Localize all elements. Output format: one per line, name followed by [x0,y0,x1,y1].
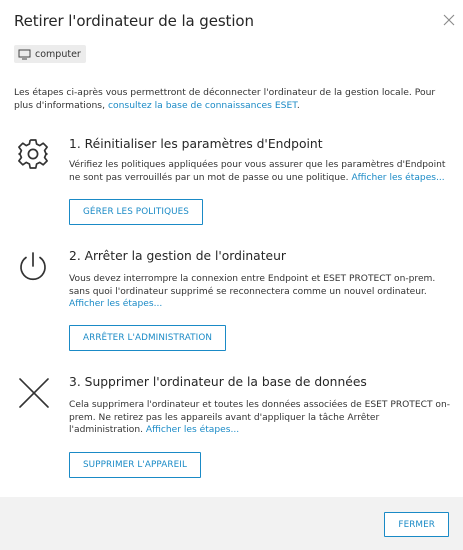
step-2-title: 2. Arrêter la gestion de l'ordinateur [69,249,286,263]
chip-label: computer [35,48,81,60]
intro-text: Les étapes ci-après vous permettront de … [14,87,436,111]
manage-policies-button[interactable]: GÉRER LES POLITIQUES [69,199,203,225]
monitor-icon [18,49,31,59]
step-3-title: 3. Supprimer l'ordinateur de la base de … [69,375,367,389]
step-2-show-steps-link[interactable]: Afficher les étapes... [69,299,162,309]
close-icon[interactable] [441,12,457,28]
dialog-title: Retirer l'ordinateur de la gestion [14,12,254,30]
step-1-title: 1. Réinitialiser les paramètres d'Endpoi… [69,137,323,151]
x-icon [17,376,51,414]
gear-icon [16,137,50,175]
computer-chip: computer [14,45,86,63]
step-3-description: Cela supprimera l'ordinateur et toutes l… [69,400,451,435]
power-icon [15,249,51,289]
dialog-footer: FERMER [0,497,463,550]
delete-device-button[interactable]: SUPPRIMER L'APPAREIL [69,452,201,478]
step-1-description: Vérifiez les politiques appliquées pour … [69,160,446,183]
step-2-description: Vous devez interrompre la connexion entr… [69,274,436,309]
remove-computer-dialog: Retirer l'ordinateur de la gestion compu… [0,0,463,550]
close-button[interactable]: FERMER [384,512,449,537]
step-1-show-steps-link[interactable]: Afficher les étapes... [351,173,444,183]
stop-administration-button[interactable]: ARRÊTER L'ADMINISTRATION [69,325,227,351]
step-3-show-steps-link[interactable]: Afficher les étapes... [146,425,239,435]
knowledge-base-link[interactable]: consultez la base de connaissances ESET [108,100,297,111]
